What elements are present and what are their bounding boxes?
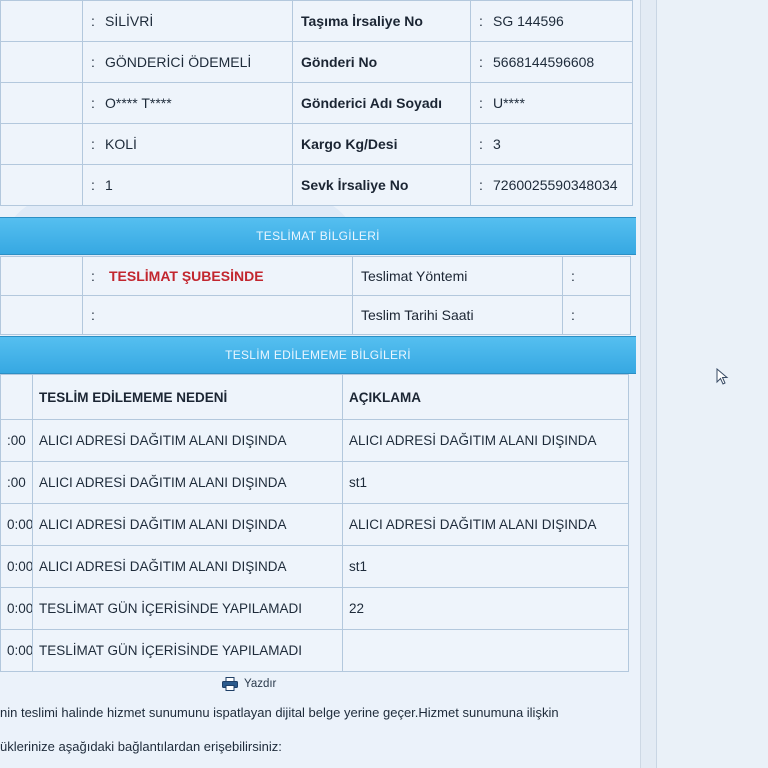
reason-column-header: TESLİM EDİLEMEME NEDENİ bbox=[32, 374, 343, 420]
browser-viewport: : SİLİVRİ Taşıma İrsaliye No : SG 144596 :… bbox=[0, 0, 768, 768]
reason-cell: ALICI ADRESİ DAĞITIM ALANI DIŞINDA bbox=[32, 503, 343, 546]
table-row: : TESLİMAT ŞUBESİNDE Teslimat Yöntemi : bbox=[0, 256, 631, 296]
failure-info-title: TESLİM EDİLEMEME BİLGİLERİ bbox=[225, 348, 411, 362]
right-value-cell: : U**** bbox=[470, 82, 633, 124]
shipment-tracking-page: : SİLİVRİ Taşıma İrsaliye No : SG 144596 :… bbox=[0, 0, 640, 768]
note-cell: st1 bbox=[342, 545, 629, 588]
table-row: 0:00 TESLİMAT GÜN İÇERİSİNDE YAPILAMADI bbox=[0, 629, 629, 672]
left-label-cell bbox=[0, 164, 83, 206]
status-cell: : bbox=[82, 295, 353, 335]
reason-cell: ALICI ADRESİ DAĞITIM ALANI DIŞINDA bbox=[32, 461, 343, 504]
left-value-cell: :1 bbox=[82, 164, 293, 206]
payment-type-value: GÖNDERİCİ ÖDEMELİ bbox=[105, 54, 252, 70]
table-row: :00 ALICI ADRESİ DAĞITIM ALANI DIŞINDA s… bbox=[0, 461, 629, 504]
table-row: 0:00 ALICI ADRESİ DAĞITIM ALANI DIŞINDA … bbox=[0, 545, 629, 588]
mouse-pointer-icon bbox=[716, 368, 729, 385]
time-column-header bbox=[0, 374, 33, 420]
right-value-cell: :7260025590348034 bbox=[470, 164, 633, 206]
waybill-value: SG 144596 bbox=[493, 13, 564, 29]
time-cell: 0:00 bbox=[0, 545, 33, 588]
table-row: 0:00 ALICI ADRESİ DAĞITIM ALANI DIŞINDA … bbox=[0, 503, 629, 546]
table-row: : SİLİVRİ Taşıma İrsaliye No : SG 144596 bbox=[0, 0, 633, 42]
package-type-value: KOLİ bbox=[105, 136, 137, 152]
time-cell: 0:00 bbox=[0, 629, 33, 672]
table-row: :1 Sevk İrsaliye No :7260025590348034 bbox=[0, 164, 633, 206]
shipment-no-label: Gönderi No bbox=[292, 41, 471, 83]
left-label-cell bbox=[0, 123, 83, 165]
note-cell: st1 bbox=[342, 461, 629, 504]
piece-count-value: 1 bbox=[105, 177, 113, 193]
left-value-cell: : KOLİ bbox=[82, 123, 293, 165]
delivery-method-label: Teslimat Yöntemi bbox=[352, 256, 563, 296]
time-cell: 0:00 bbox=[0, 587, 33, 630]
table-row: : KOLİ Kargo Kg/Desi :3 bbox=[0, 123, 633, 165]
shipment-no-value: 5668144596608 bbox=[493, 54, 595, 70]
browser-side-area bbox=[656, 0, 768, 768]
note-cell bbox=[342, 629, 629, 672]
reason-cell: TESLİMAT GÜN İÇERİSİNDE YAPILAMADI bbox=[32, 587, 343, 630]
table-row: :00 ALICI ADRESİ DAĞITIM ALANI DIŞINDA A… bbox=[0, 419, 629, 462]
weight-label: Kargo Kg/Desi bbox=[292, 123, 471, 165]
time-cell: 0:00 bbox=[0, 503, 33, 546]
left-value-cell: : O**** T**** bbox=[82, 82, 293, 124]
table-row: : Teslim Tarihi Saati : bbox=[0, 295, 631, 335]
table-row: 0:00 TESLİMAT GÜN İÇERİSİNDE YAPILAMADI … bbox=[0, 587, 629, 630]
note-cell: ALICI ADRESİ DAĞITIM ALANI DIŞINDA bbox=[342, 503, 629, 546]
time-cell: :00 bbox=[0, 419, 33, 462]
receiver-name-value: O**** T**** bbox=[105, 95, 172, 111]
status-cell: : TESLİMAT ŞUBESİNDE bbox=[82, 256, 353, 296]
shipment-info-table: : SİLİVRİ Taşıma İrsaliye No : SG 144596 :… bbox=[0, 0, 633, 206]
delivery-date-value: : bbox=[562, 295, 631, 335]
table-row: : O**** T**** Gönderici Adı Soyadı : U**** bbox=[0, 82, 633, 124]
reason-cell: ALICI ADRESİ DAĞITIM ALANI DIŞINDA bbox=[32, 419, 343, 462]
left-value-cell: : GÖNDERİCİ ÖDEMELİ bbox=[82, 41, 293, 83]
delivery-status-value: TESLİMAT ŞUBESİNDE bbox=[109, 268, 264, 284]
waybill-label: Taşıma İrsaliye No bbox=[292, 0, 471, 42]
reason-cell: TESLİMAT GÜN İÇERİSİNDE YAPILAMADI bbox=[32, 629, 343, 672]
delivery-info-title: TESLİMAT BİLGİLERİ bbox=[256, 229, 380, 243]
note-cell: ALICI ADRESİ DAĞITIM ALANI DIŞINDA bbox=[342, 419, 629, 462]
print-button[interactable]: Yazdır bbox=[222, 677, 276, 691]
left-label-cell bbox=[0, 256, 83, 296]
left-label-cell bbox=[0, 41, 83, 83]
delivery-date-label: Teslim Tarihi Saati bbox=[352, 295, 563, 335]
note-column-header: AÇIKLAMA bbox=[342, 374, 629, 420]
note-cell: 22 bbox=[342, 587, 629, 630]
delivery-method-value: : bbox=[562, 256, 631, 296]
left-label-cell bbox=[0, 82, 83, 124]
table-row: : GÖNDERİCİ ÖDEMELİ Gönderi No :566814459… bbox=[0, 41, 633, 83]
table-header-row: TESLİM EDİLEMEME NEDENİ AÇIKLAMA bbox=[0, 374, 629, 420]
left-value-cell: : SİLİVRİ bbox=[82, 0, 293, 42]
sender-name-value: U**** bbox=[493, 95, 525, 111]
time-cell: :00 bbox=[0, 461, 33, 504]
right-value-cell: : SG 144596 bbox=[470, 0, 633, 42]
left-label-cell bbox=[0, 295, 83, 335]
weight-value: 3 bbox=[493, 136, 501, 152]
right-value-cell: :3 bbox=[470, 123, 633, 165]
sender-branch-value: SİLİVRİ bbox=[105, 13, 154, 29]
printer-icon bbox=[222, 677, 238, 691]
right-value-cell: :5668144596608 bbox=[470, 41, 633, 83]
dispatch-waybill-label: Sevk İrsaliye No bbox=[292, 164, 471, 206]
delivery-info-header: TESLİMAT BİLGİLERİ bbox=[0, 217, 636, 255]
reason-cell: ALICI ADRESİ DAĞITIM ALANI DIŞINDA bbox=[32, 545, 343, 588]
left-label-cell bbox=[0, 0, 83, 42]
dispatch-waybill-value: 7260025590348034 bbox=[493, 177, 618, 193]
footer-text-line-2: üklerinize aşağıdaki bağlantılardan eriş… bbox=[0, 739, 282, 754]
sender-name-label: Gönderici Adı Soyadı bbox=[292, 82, 471, 124]
delivery-info-table: : TESLİMAT ŞUBESİNDE Teslimat Yöntemi : :… bbox=[0, 256, 631, 335]
print-label[interactable]: Yazdır bbox=[244, 678, 276, 690]
page-side-gutter bbox=[640, 0, 657, 768]
failure-info-table: TESLİM EDİLEMEME NEDENİ AÇIKLAMA :00 ALI… bbox=[0, 374, 629, 672]
failure-info-header: TESLİM EDİLEMEME BİLGİLERİ bbox=[0, 336, 636, 374]
footer-text-line-1: nin teslimi halinde hizmet sunumunu ispa… bbox=[0, 705, 559, 720]
